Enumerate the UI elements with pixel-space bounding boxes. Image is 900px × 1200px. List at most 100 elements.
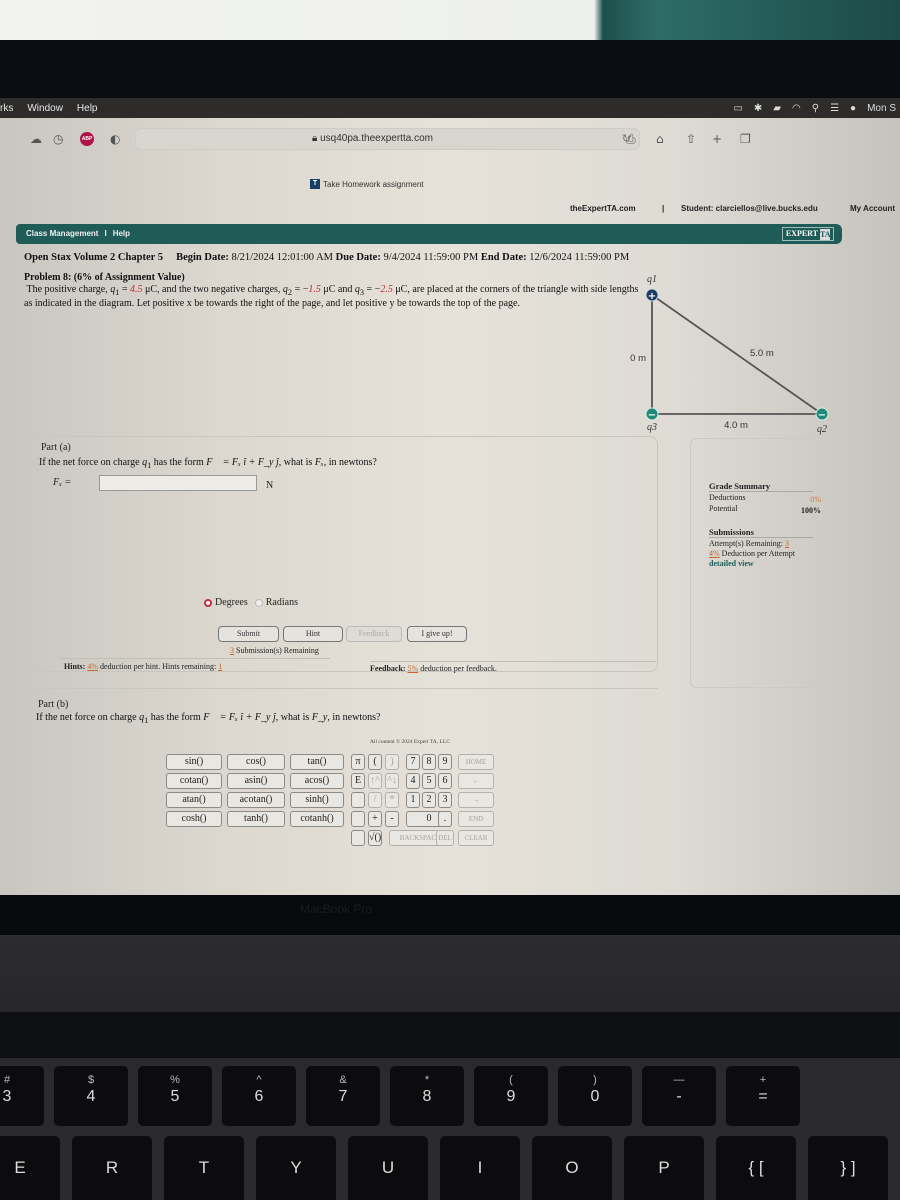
calc-key[interactable]: 3 xyxy=(438,792,452,808)
keyboard-key[interactable]: O xyxy=(532,1136,612,1200)
calc-key[interactable]: √() xyxy=(368,830,382,846)
calc-key[interactable]: CLEAR xyxy=(458,830,494,846)
keyboard-key[interactable]: + = xyxy=(726,1066,800,1126)
calc-function-button[interactable]: cotan() xyxy=(166,773,222,789)
calc-key[interactable]: ^↓ xyxy=(385,773,399,789)
abp-icon[interactable]: ABP xyxy=(80,132,94,146)
calc-function-button[interactable]: cos() xyxy=(227,754,285,770)
key-shift-label: ( xyxy=(509,1074,513,1086)
keyboard-key[interactable]: & 7 xyxy=(306,1066,380,1126)
control-center-icon[interactable]: ☰ xyxy=(830,103,839,114)
keyboard-key[interactable]: U xyxy=(348,1136,428,1200)
my-account-link[interactable]: My Account xyxy=(850,204,895,213)
calc-key[interactable]: → xyxy=(458,792,494,808)
calc-function-button[interactable]: acos() xyxy=(290,773,344,789)
calc-function-button[interactable]: acotan() xyxy=(227,792,285,808)
degrees-radio[interactable] xyxy=(204,598,212,607)
calc-blank-key[interactable] xyxy=(351,830,365,846)
icloud-icon[interactable]: ☁ xyxy=(30,132,42,146)
calc-key[interactable]: / xyxy=(368,792,382,808)
radians-radio[interactable] xyxy=(254,598,263,607)
calc-function-button[interactable]: sinh() xyxy=(290,792,344,808)
calc-function-button[interactable]: asin() xyxy=(227,773,285,789)
home-icon[interactable]: ⌂ xyxy=(656,132,664,146)
battery-icon[interactable]: ▰ xyxy=(773,103,781,114)
calc-key[interactable]: 2 xyxy=(422,792,436,808)
calc-function-button[interactable]: tanh() xyxy=(227,811,285,827)
give-up-button[interactable]: I give up! xyxy=(407,626,467,642)
keyboard-key[interactable]: T xyxy=(164,1136,244,1200)
calc-key[interactable]: 4 xyxy=(406,773,420,789)
keyboard-key[interactable]: #3 xyxy=(0,1066,44,1126)
begin-label: Begin Date: xyxy=(176,252,229,263)
keyboard-key[interactable]: { [ xyxy=(716,1136,796,1200)
feedback-button[interactable]: Feedback xyxy=(346,626,402,642)
keyboard-key[interactable]: (9 xyxy=(474,1066,548,1126)
calc-function-button[interactable]: cotanh() xyxy=(290,811,344,827)
clock[interactable]: Mon S xyxy=(867,103,896,114)
tab-overview-icon[interactable]: ❐ xyxy=(740,132,751,146)
bluetooth-icon[interactable]: ✱ xyxy=(754,103,762,114)
keyboard-key[interactable]: % 5 xyxy=(138,1066,212,1126)
nav-class-management[interactable]: Class Management xyxy=(26,229,98,238)
calc-key[interactable]: 9 xyxy=(438,754,452,770)
calc-key[interactable]: + xyxy=(368,811,382,827)
menu-item-window[interactable]: Window xyxy=(27,103,63,114)
expertta-home-link[interactable]: theExpertTA.com xyxy=(570,204,636,213)
detailed-view-link[interactable]: detailed view xyxy=(709,559,754,568)
new-tab-icon[interactable]: + xyxy=(712,132,722,146)
calc-function-button[interactable]: atan() xyxy=(166,792,222,808)
calc-key[interactable]: * xyxy=(385,792,399,808)
calc-key[interactable]: E xyxy=(351,773,365,789)
calc-key[interactable]: 6 xyxy=(438,773,452,789)
tab-take-homework[interactable]: T Take Homework assignment xyxy=(310,179,423,189)
calc-key[interactable]: ← xyxy=(458,773,494,789)
keyboard-key[interactable]: E xyxy=(0,1136,60,1200)
calc-key[interactable]: 1 xyxy=(406,792,420,808)
calc-function-button[interactable]: cosh() xyxy=(166,811,222,827)
key-shift-label: & xyxy=(339,1074,347,1086)
keyboard-key[interactable]: * 8 xyxy=(390,1066,464,1126)
share-icon[interactable]: ⇧ xyxy=(686,132,696,146)
privacy-shield-icon[interactable]: ◐ xyxy=(110,132,120,146)
calc-key[interactable]: ) xyxy=(385,754,399,770)
calc-blank-key[interactable] xyxy=(351,792,365,808)
keyboard-key[interactable]: P xyxy=(624,1136,704,1200)
history-icon[interactable]: ◷ xyxy=(53,132,63,146)
calc-key[interactable]: . xyxy=(438,811,452,827)
address-bar[interactable]: 🔒︎ usq40pa.theexpertta.com ↻ xyxy=(135,128,640,150)
submit-button[interactable]: Submit xyxy=(218,626,279,642)
calc-blank-key[interactable] xyxy=(351,811,365,827)
calc-key[interactable]: DEL xyxy=(436,830,454,846)
keyboard-key[interactable]: R xyxy=(72,1136,152,1200)
spotlight-icon[interactable]: ⚲ xyxy=(812,103,819,114)
keyboard-key[interactable]: — - xyxy=(642,1066,716,1126)
calc-function-button[interactable]: sin() xyxy=(166,754,222,770)
calc-key[interactable]: 5 xyxy=(422,773,436,789)
fx-answer-input[interactable] xyxy=(99,475,257,491)
keyboard-key[interactable]: Y xyxy=(256,1136,336,1200)
calc-key[interactable]: END xyxy=(458,811,494,827)
siri-icon[interactable]: ● xyxy=(850,103,856,114)
keyboard-key[interactable]: } ] xyxy=(808,1136,888,1200)
calc-key[interactable]: 8 xyxy=(422,754,436,770)
nav-help[interactable]: Help xyxy=(113,229,130,238)
key-label: { [ xyxy=(748,1158,764,1177)
display-icon[interactable]: ▭ xyxy=(733,103,742,114)
keyboard-key[interactable]: I xyxy=(440,1136,520,1200)
hint-button[interactable]: Hint xyxy=(283,626,343,642)
keyboard-key[interactable]: ) 0 xyxy=(558,1066,632,1126)
wifi-icon[interactable]: ◠ xyxy=(792,103,801,114)
keyboard-key[interactable]: $4 xyxy=(54,1066,128,1126)
calc-key[interactable]: 7 xyxy=(406,754,420,770)
calc-key[interactable]: HOME xyxy=(458,754,494,770)
calc-key[interactable]: ↑^ xyxy=(368,773,382,789)
calc-key[interactable]: - xyxy=(385,811,399,827)
calc-key[interactable]: π xyxy=(351,754,365,770)
calc-key[interactable]: ( xyxy=(368,754,382,770)
calc-function-button[interactable]: tan() xyxy=(290,754,344,770)
printer-icon[interactable]: ⎙ xyxy=(626,132,636,146)
keyboard-key[interactable]: ^ 6 xyxy=(222,1066,296,1126)
menu-item-bookmarks[interactable]: rks xyxy=(0,103,13,114)
menu-item-help[interactable]: Help xyxy=(77,103,98,114)
